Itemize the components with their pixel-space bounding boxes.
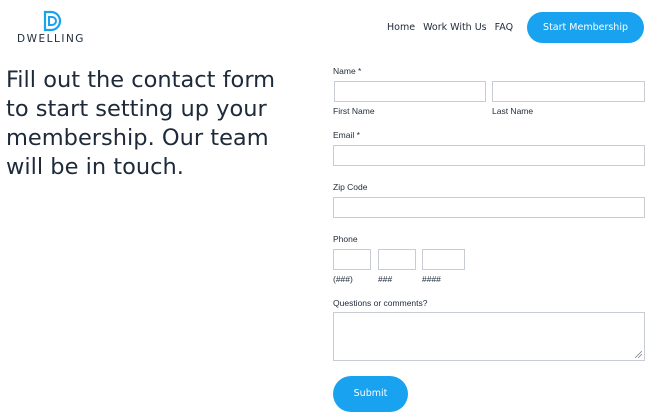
name-label: Name *	[333, 66, 362, 76]
phone-line-input[interactable]	[422, 249, 465, 270]
phone-line-hint: ####	[422, 274, 441, 284]
start-membership-button[interactable]: Start Membership	[527, 12, 644, 43]
email-input[interactable]	[333, 145, 645, 166]
comments-label: Questions or comments?	[333, 298, 428, 308]
dwelling-logo[interactable]: DWELLING	[17, 10, 85, 45]
nav-faq[interactable]: FAQ	[495, 22, 513, 33]
phone-label: Phone	[333, 234, 358, 244]
nav-work-with-us[interactable]: Work With Us	[423, 22, 487, 33]
nav-home[interactable]: Home	[387, 22, 415, 33]
page-headline: Fill out the contact form to start setti…	[6, 67, 276, 180]
main-nav: Home Work With Us FAQ Start Membership	[379, 12, 644, 43]
first-name-input[interactable]	[334, 81, 486, 102]
comments-textarea[interactable]	[333, 312, 645, 361]
resize-grip-icon[interactable]	[635, 351, 642, 358]
first-name-label: First Name	[333, 106, 375, 116]
phone-area-hint: (###)	[333, 274, 353, 284]
phone-prefix-input[interactable]	[378, 249, 416, 270]
last-name-input[interactable]	[492, 81, 645, 102]
last-name-label: Last Name	[492, 106, 534, 116]
zip-input[interactable]	[333, 197, 645, 218]
zip-label: Zip Code	[333, 182, 368, 192]
phone-area-input[interactable]	[333, 249, 371, 270]
phone-prefix-hint: ###	[378, 274, 393, 284]
comments-wrapper	[333, 312, 645, 361]
brand-name: DWELLING	[17, 33, 85, 45]
submit-button[interactable]: Submit	[333, 376, 408, 412]
email-label: Email *	[333, 130, 360, 140]
dwelling-logo-icon	[43, 10, 62, 32]
